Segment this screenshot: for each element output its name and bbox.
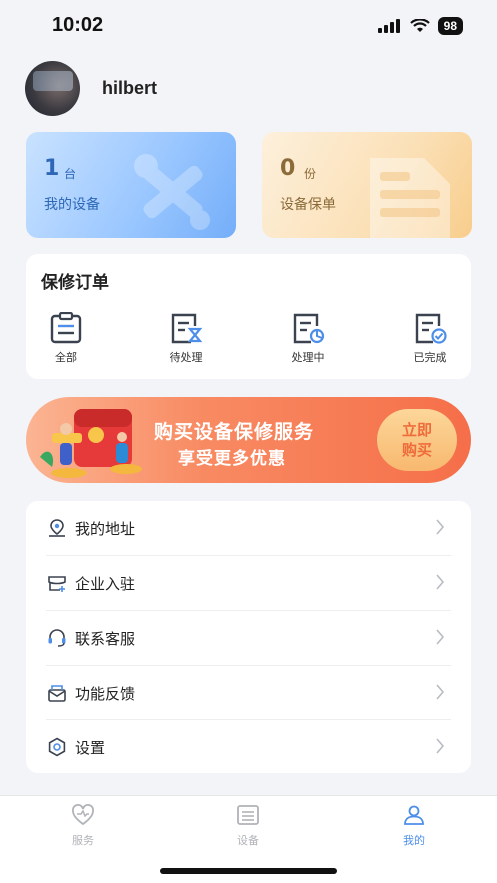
devices-unit: 台 bbox=[64, 167, 77, 181]
clipboard-list-icon bbox=[50, 312, 82, 344]
devices-label: 我的设备 bbox=[44, 197, 100, 213]
status-time: 10:02 bbox=[52, 14, 104, 36]
wifi-icon bbox=[409, 19, 430, 32]
feedback-mail-icon bbox=[46, 682, 68, 704]
policy-document-icon bbox=[370, 158, 450, 238]
my-devices-card[interactable]: 1 台 我的设备 bbox=[26, 132, 236, 238]
menu-item-address[interactable]: 我的地址 bbox=[46, 501, 451, 555]
chevron-right-icon bbox=[436, 738, 445, 754]
order-filter-pending[interactable]: 待处理 bbox=[146, 312, 226, 365]
settings-gear-icon bbox=[46, 736, 68, 758]
address-icon bbox=[46, 517, 68, 539]
settings-menu: 我的地址 企业入驻 联系客服 功能反馈 设置 bbox=[26, 501, 471, 773]
processing-icon bbox=[293, 313, 325, 344]
order-filter-pending-label: 待处理 bbox=[169, 351, 203, 364]
menu-item-enterprise[interactable]: 企业入驻 bbox=[46, 556, 451, 610]
buy-now-button[interactable]: 立即 购买 bbox=[377, 409, 457, 471]
avatar[interactable] bbox=[25, 60, 80, 116]
order-filter-all[interactable]: 全部 bbox=[26, 312, 106, 365]
menu-item-feedback[interactable]: 功能反馈 bbox=[46, 666, 451, 720]
devices-count: 1 bbox=[44, 156, 60, 181]
menu-item-customer-service[interactable]: 联系客服 bbox=[46, 611, 451, 665]
promo-line2: 享受更多优惠 bbox=[178, 449, 286, 469]
status-bar: 10:02 98 bbox=[0, 0, 497, 52]
device-policies-card[interactable]: 0 份 设备保单 bbox=[262, 132, 472, 238]
headset-icon bbox=[46, 627, 68, 649]
chevron-right-icon bbox=[436, 574, 445, 590]
menu-item-settings[interactable]: 设置 bbox=[46, 720, 451, 774]
promo-line1: 购买设备保修服务 bbox=[154, 421, 315, 443]
username: hilbert bbox=[102, 77, 158, 98]
menu-label-customer-service: 联系客服 bbox=[75, 629, 136, 648]
tab-mine[interactable]: 我的 bbox=[374, 804, 454, 848]
order-filter-processing-label: 处理中 bbox=[291, 351, 325, 364]
buy-now-line2: 购买 bbox=[401, 441, 432, 459]
buy-now-line1: 立即 bbox=[401, 421, 432, 439]
order-filter-completed-label: 已完成 bbox=[413, 351, 447, 364]
status-icons: 98 bbox=[377, 17, 463, 35]
completed-check-icon bbox=[415, 313, 447, 344]
tab-service[interactable]: 服务 bbox=[43, 804, 123, 848]
tab-devices-label: 设备 bbox=[237, 834, 259, 847]
home-indicator[interactable] bbox=[160, 868, 337, 874]
policies-label: 设备保单 bbox=[280, 197, 336, 213]
chevron-right-icon bbox=[436, 629, 445, 645]
order-filter-completed[interactable]: 已完成 bbox=[390, 312, 470, 365]
menu-label-enterprise: 企业入驻 bbox=[75, 574, 136, 593]
device-list-icon bbox=[237, 805, 259, 825]
tab-devices[interactable]: 设备 bbox=[208, 804, 288, 848]
pending-hourglass-icon bbox=[171, 313, 203, 344]
profile-header[interactable]: hilbert bbox=[25, 60, 157, 116]
enterprise-icon bbox=[46, 572, 68, 594]
user-profile-icon bbox=[404, 805, 424, 825]
promo-banner[interactable]: 购买设备保修服务 享受更多优惠 立即 购买 bbox=[26, 397, 471, 483]
orders-title: 保修订单 bbox=[41, 273, 109, 293]
repair-orders-card: 保修订单 全部 待处理 处理中 已完成 bbox=[26, 254, 471, 379]
menu-label-address: 我的地址 bbox=[75, 519, 136, 538]
battery-indicator: 98 bbox=[437, 17, 463, 35]
tab-mine-label: 我的 bbox=[403, 834, 425, 847]
menu-label-feedback: 功能反馈 bbox=[75, 684, 136, 703]
menu-label-settings: 设置 bbox=[75, 738, 106, 757]
order-filter-all-label: 全部 bbox=[55, 351, 77, 364]
service-heart-icon bbox=[72, 804, 94, 826]
chevron-right-icon bbox=[436, 519, 445, 535]
tools-icon bbox=[134, 154, 210, 230]
order-filter-processing[interactable]: 处理中 bbox=[268, 312, 348, 365]
chevron-right-icon bbox=[436, 684, 445, 700]
promo-illustration bbox=[40, 409, 142, 478]
tab-service-label: 服务 bbox=[72, 834, 94, 847]
policies-unit: 份 bbox=[304, 167, 317, 181]
policies-count: 0 bbox=[280, 156, 296, 181]
signal-icon bbox=[377, 19, 400, 33]
